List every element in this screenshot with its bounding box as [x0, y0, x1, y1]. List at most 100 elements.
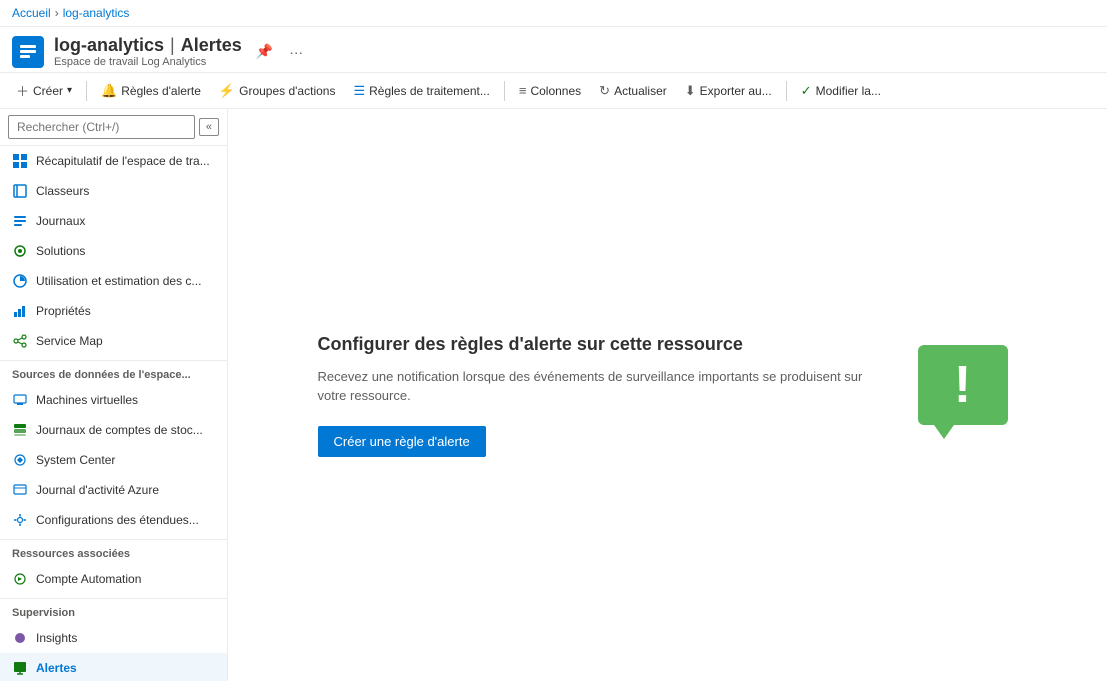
- refresh-label: Actualiser: [614, 84, 667, 98]
- book-icon: [12, 183, 28, 199]
- sidebar-item-machines-virtuelles[interactable]: Machines virtuelles: [0, 385, 227, 415]
- empty-state-text: Configurer des règles d'alerte sur cette…: [318, 334, 878, 457]
- create-chevron-icon: ▾: [67, 85, 72, 96]
- breadcrumb: Accueil › log-analytics: [0, 0, 1107, 27]
- alert-rules-label: Règles d'alerte: [121, 84, 201, 98]
- sidebar-item-system-center[interactable]: System Center: [0, 445, 227, 475]
- toolbar-separator-1: [86, 81, 87, 101]
- title-block: log-analytics | Alertes Espace de travai…: [54, 35, 242, 68]
- export-button[interactable]: ⬇ Exporter au...: [677, 79, 780, 103]
- sidebar-item-recapitulatif[interactable]: Récapitulatif de l'espace de tra...: [0, 146, 227, 176]
- sidebar-item-journal-azure[interactable]: Journal d'activité Azure: [0, 475, 227, 505]
- solutions-icon: [12, 243, 28, 259]
- alert-box-icon: !: [918, 345, 1008, 425]
- breadcrumb-home[interactable]: Accueil: [12, 6, 51, 20]
- sidebar-content: Récapitulatif de l'espace de tra... Clas…: [0, 146, 227, 681]
- create-alert-rule-button[interactable]: Créer une règle d'alerte: [318, 426, 486, 457]
- main-layout: « Récapitulatif de l'espace de tra... Cl…: [0, 109, 1107, 681]
- sidebar-item-proprietes[interactable]: Propriétés: [0, 296, 227, 326]
- toolbar-separator-3: [786, 81, 787, 101]
- sidebar-item-configurations[interactable]: Configurations des étendues...: [0, 505, 227, 535]
- insights-icon: [12, 630, 28, 646]
- sc-icon: [12, 452, 28, 468]
- action-groups-button[interactable]: ⚡ Groupes d'actions: [211, 79, 344, 103]
- action-groups-label: Groupes d'actions: [239, 84, 335, 98]
- automation-icon: [12, 571, 28, 587]
- processing-rules-label: Règles de traitement...: [369, 84, 490, 98]
- sidebar-item-label: System Center: [36, 453, 115, 467]
- resource-name: log-analytics: [54, 35, 164, 56]
- resource-svg-icon: [18, 42, 38, 62]
- empty-state-title: Configurer des règles d'alerte sur cette…: [318, 334, 878, 355]
- pin-button[interactable]: 📌: [252, 41, 277, 62]
- toolbar: ＋ Créer ▾ 🔔 Règles d'alerte ⚡ Groupes d'…: [0, 73, 1107, 109]
- toolbar-separator-2: [504, 81, 505, 101]
- columns-button[interactable]: ≡ Colonnes: [511, 79, 589, 102]
- alert-rules-button[interactable]: 🔔 Règles d'alerte: [93, 79, 209, 103]
- breadcrumb-separator: ›: [55, 6, 59, 20]
- sidebar-item-label: Utilisation et estimation des c...: [36, 274, 201, 288]
- sidebar-item-utilisation[interactable]: Utilisation et estimation des c...: [0, 266, 227, 296]
- sidebar-item-label: Insights: [36, 631, 77, 645]
- sidebar-search-area: «: [0, 109, 227, 146]
- page-header: log-analytics | Alertes Espace de travai…: [0, 27, 1107, 73]
- storage-icon: [12, 422, 28, 438]
- sidebar-item-journaux-comptes[interactable]: Journaux de comptes de stoc...: [0, 415, 227, 445]
- empty-state: Configurer des règles d'alerte sur cette…: [318, 334, 1018, 457]
- sidebar-item-solutions[interactable]: Solutions: [0, 236, 227, 266]
- header-icons: 📌 ···: [252, 41, 307, 62]
- sidebar-item-journaux[interactable]: Journaux: [0, 206, 227, 236]
- modify-label: Modifier la...: [816, 84, 881, 98]
- alert-graphic: !: [918, 345, 1018, 445]
- alert-rules-icon: 🔔: [101, 83, 117, 99]
- config-icon: [12, 512, 28, 528]
- refresh-button[interactable]: ↻ Actualiser: [591, 79, 675, 103]
- breadcrumb-current[interactable]: log-analytics: [63, 6, 130, 20]
- export-label: Exporter au...: [700, 84, 772, 98]
- sidebar-section-sources: Sources de données de l'espace...: [0, 360, 227, 385]
- more-button[interactable]: ···: [285, 42, 307, 62]
- sidebar-item-label: Machines virtuelles: [36, 393, 138, 407]
- bar-icon: [12, 303, 28, 319]
- map-icon: [12, 333, 28, 349]
- page-subtitle: Espace de travail Log Analytics: [54, 56, 242, 68]
- sidebar-item-label: Journaux: [36, 214, 85, 228]
- sidebar-item-label: Alertes: [36, 661, 77, 675]
- grid-icon: [12, 153, 28, 169]
- sidebar-item-classeurs[interactable]: Classeurs: [0, 176, 227, 206]
- sidebar-section-supervision: Supervision: [0, 598, 227, 623]
- sidebar-item-insights[interactable]: Insights: [0, 623, 227, 653]
- sidebar: « Récapitulatif de l'espace de tra... Cl…: [0, 109, 228, 681]
- sidebar-collapse-button[interactable]: «: [199, 118, 219, 136]
- search-input[interactable]: [8, 115, 195, 139]
- content-area: Configurer des règles d'alerte sur cette…: [228, 109, 1107, 681]
- sidebar-section-ressources: Ressources associées: [0, 539, 227, 564]
- processing-rules-button[interactable]: ☰ Règles de traitement...: [345, 79, 497, 103]
- sidebar-item-label: Service Map: [36, 334, 103, 348]
- sidebar-item-label: Configurations des étendues...: [36, 513, 199, 527]
- circle-icon: [12, 273, 28, 289]
- action-groups-icon: ⚡: [219, 83, 235, 99]
- sidebar-item-label: Compte Automation: [36, 572, 141, 586]
- exclamation-mark: !: [954, 359, 971, 411]
- create-button[interactable]: ＋ Créer ▾: [8, 77, 80, 104]
- sidebar-item-label: Journal d'activité Azure: [36, 483, 159, 497]
- modify-button[interactable]: ✓ Modifier la...: [793, 79, 889, 103]
- processing-icon: ☰: [353, 83, 365, 99]
- columns-icon: ≡: [519, 83, 527, 98]
- columns-label: Colonnes: [530, 84, 581, 98]
- sidebar-item-compte-automation[interactable]: Compte Automation: [0, 564, 227, 594]
- plus-icon: ＋: [16, 81, 29, 100]
- sidebar-item-label: Récapitulatif de l'espace de tra...: [36, 154, 210, 168]
- title-separator: |: [170, 35, 175, 56]
- sidebar-item-label: Journaux de comptes de stoc...: [36, 423, 203, 437]
- sidebar-item-service-map[interactable]: Service Map: [0, 326, 227, 356]
- export-icon: ⬇: [685, 83, 696, 99]
- page-title: Alertes: [181, 35, 242, 56]
- sidebar-item-label: Solutions: [36, 244, 85, 258]
- alertes-icon: [12, 660, 28, 676]
- empty-state-description: Recevez une notification lorsque des évé…: [318, 367, 878, 406]
- log-icon: [12, 213, 28, 229]
- sidebar-item-alertes[interactable]: Alertes: [0, 653, 227, 681]
- vm-icon: [12, 392, 28, 408]
